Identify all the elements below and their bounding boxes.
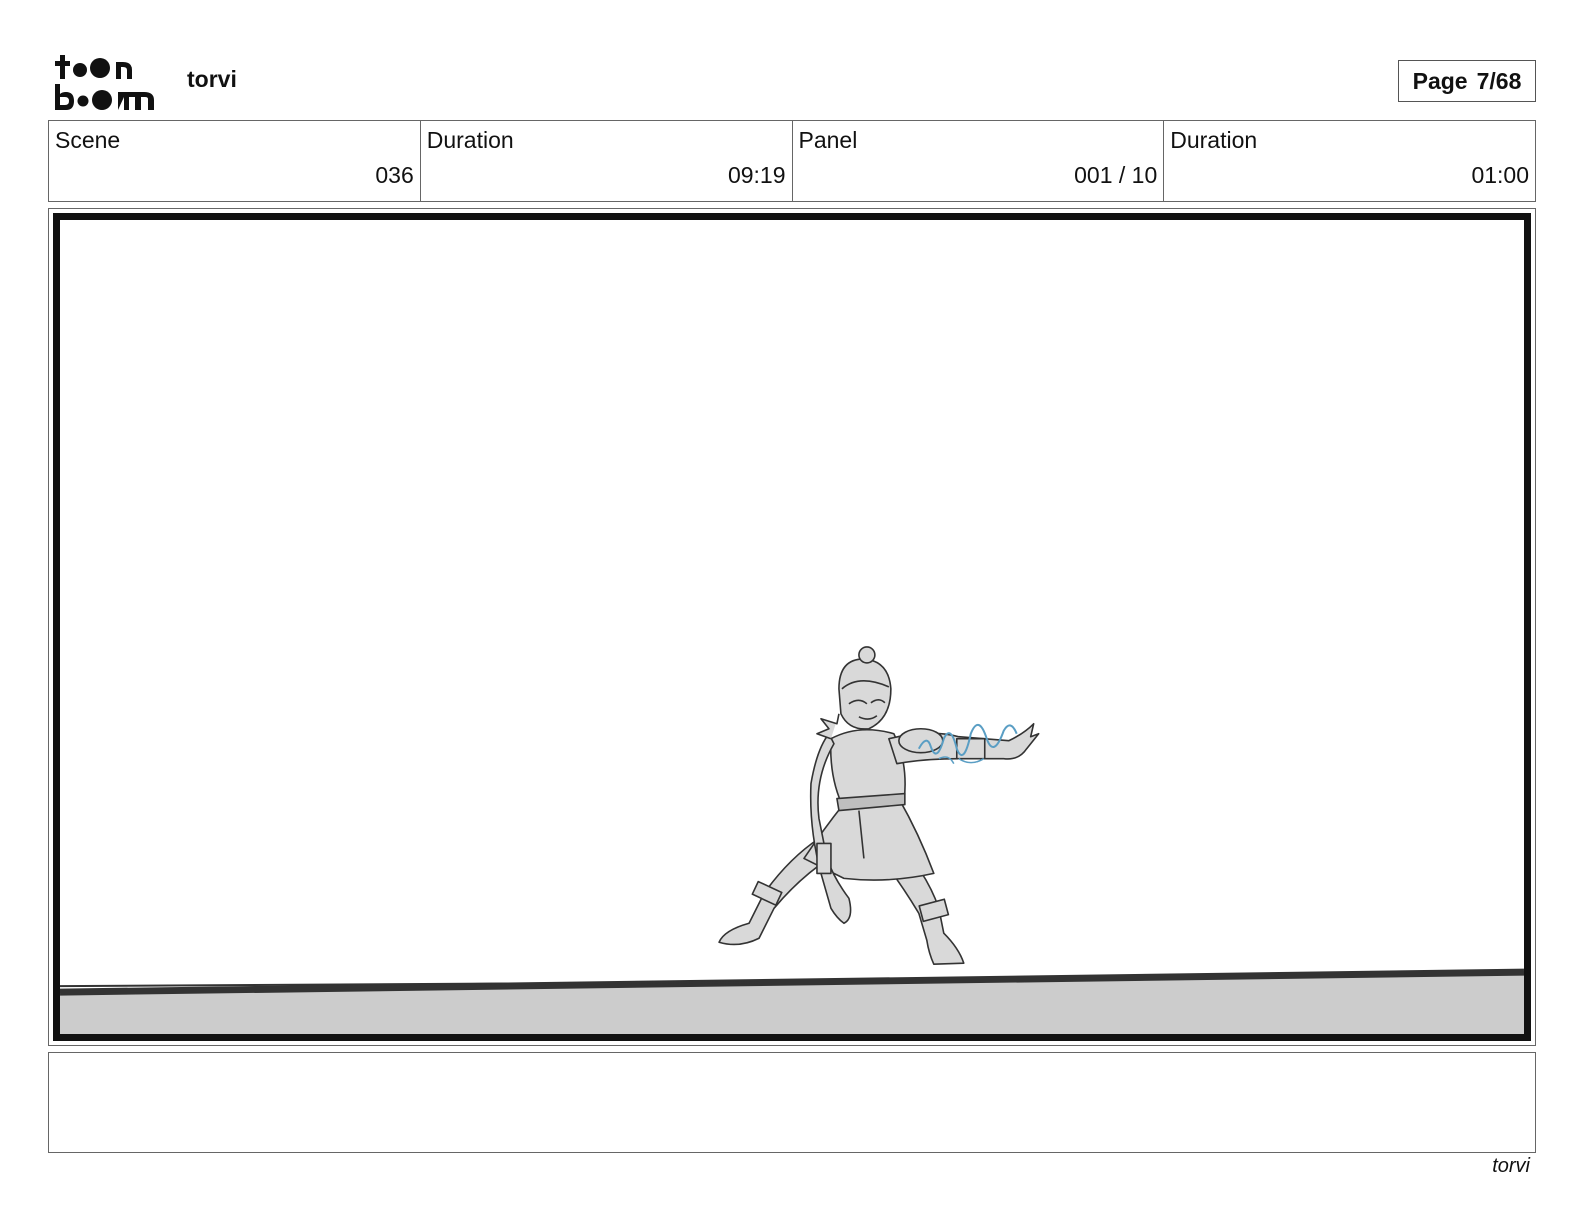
panel-label: Panel [798,127,858,153]
page-indicator: Page 7/68 [1398,60,1536,102]
panel-notes-box [48,1052,1536,1153]
toonboom-logo [55,55,154,110]
scene-duration-cell: Duration 09:19 [421,121,793,201]
scene-value: 036 [375,162,414,188]
scene-cell: Scene 036 [49,121,421,201]
scene-label: Scene [55,127,121,153]
panel-frame [53,213,1531,1041]
panel-duration-cell: Duration 01:00 [1164,121,1535,201]
project-title: torvi [187,66,237,92]
panel-cell: Panel 001 / 10 [793,121,1165,201]
scene-info-table: Scene 036 Duration 09:19 Panel 001 / 10 … [48,120,1536,202]
scene-duration-label: Duration [426,127,514,153]
footer-project-title: torvi [1492,1155,1530,1177]
page-label: Page [1412,67,1468,94]
character-sketch [718,646,1040,965]
panel-duration-label: Duration [1170,127,1258,153]
panel-sketch-image [60,646,1524,1034]
storyboard-panel [48,208,1536,1046]
page-number: 7/68 [1476,67,1522,94]
panel-value: 001 / 10 [1074,162,1158,188]
scene-duration-value: 09:19 [727,162,786,188]
panel-duration-value: 01:00 [1471,162,1529,188]
